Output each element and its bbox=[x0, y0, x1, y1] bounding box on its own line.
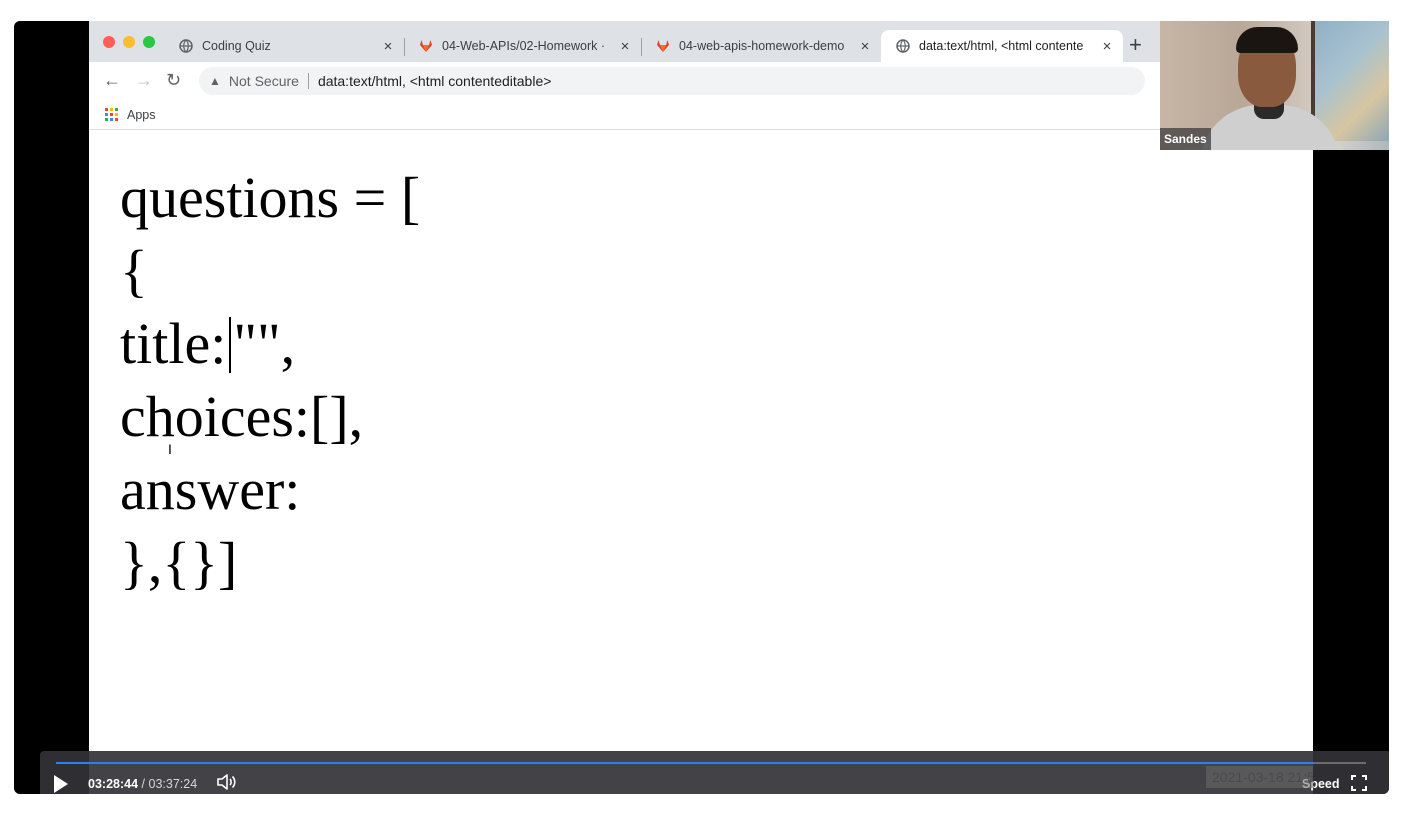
warning-icon: ▲ bbox=[209, 74, 221, 88]
address-bar[interactable]: ▲ Not Secure data:text/html, <html conte… bbox=[199, 67, 1145, 95]
maximize-window-button[interactable] bbox=[143, 36, 155, 48]
browser-toolbar: ← → ↻ ▲ Not Secure data:text/html, <html… bbox=[89, 62, 1313, 100]
text-caret bbox=[229, 317, 232, 373]
close-tab-icon[interactable]: × bbox=[380, 38, 396, 55]
url-text: data:text/html, <html contenteditable> bbox=[317, 73, 552, 89]
close-tab-icon[interactable]: × bbox=[857, 38, 873, 55]
apps-bookmark[interactable]: Apps bbox=[127, 108, 156, 122]
recording-timestamp: 2021-03-18 21:54:48 bbox=[1206, 766, 1313, 788]
time-separator: / bbox=[141, 777, 146, 791]
time-display: 03:28:44 / 03:37:24 bbox=[88, 777, 197, 791]
fullscreen-icon[interactable] bbox=[1351, 775, 1367, 791]
play-icon[interactable] bbox=[54, 775, 68, 793]
close-tab-icon[interactable]: × bbox=[617, 38, 633, 55]
tab-data-html[interactable]: data:text/html, <html contente × bbox=[881, 30, 1123, 62]
bookmarks-bar: Apps bbox=[89, 100, 1313, 130]
code-line: choices:[], bbox=[120, 384, 364, 449]
tab-strip: Coding Quiz × 04-Web-APIs/02-Homework · … bbox=[89, 21, 1313, 62]
security-label: Not Secure bbox=[228, 73, 299, 89]
gitlab-icon bbox=[655, 38, 671, 54]
close-window-button[interactable] bbox=[103, 36, 115, 48]
participant-name: Sandes bbox=[1160, 128, 1211, 150]
reload-icon[interactable]: ↻ bbox=[166, 70, 181, 91]
progress-fill bbox=[56, 762, 1314, 764]
code-line: answer: bbox=[120, 457, 301, 522]
tab-homework-demo[interactable]: 04-web-apis-homework-demo × bbox=[641, 30, 881, 62]
code-key: title: bbox=[120, 311, 227, 376]
volume-icon[interactable] bbox=[216, 773, 238, 794]
globe-icon bbox=[178, 38, 194, 54]
current-time: 03:28:44 bbox=[88, 777, 139, 791]
new-tab-icon[interactable]: + bbox=[1129, 34, 1142, 56]
code-line: },{}] bbox=[120, 530, 238, 595]
tab-title: 04-Web-APIs/02-Homework · bbox=[442, 39, 606, 53]
code-line: title: "", bbox=[120, 307, 420, 380]
close-tab-icon[interactable]: × bbox=[1099, 38, 1115, 55]
text-cursor-icon: I bbox=[168, 441, 172, 457]
tab-title: Coding Quiz bbox=[202, 39, 271, 53]
tab-homework[interactable]: 04-Web-APIs/02-Homework · × bbox=[404, 30, 641, 62]
video-controls: 03:28:44 / 03:37:24 Speed bbox=[40, 751, 1389, 794]
gitlab-icon bbox=[418, 38, 434, 54]
apps-grid-icon[interactable] bbox=[105, 108, 118, 121]
duration: 03:37:24 bbox=[148, 777, 198, 791]
minimize-window-button[interactable] bbox=[123, 36, 135, 48]
tab-coding-quiz[interactable]: Coding Quiz × bbox=[164, 30, 404, 62]
code-line: { bbox=[120, 238, 148, 303]
editable-page-content[interactable]: questions = [ { title: "", choices:[], an… bbox=[120, 161, 420, 599]
forward-arrow-icon[interactable]: → bbox=[135, 70, 153, 91]
back-arrow-icon[interactable]: ← bbox=[103, 70, 121, 91]
shared-screen: Coding Quiz × 04-Web-APIs/02-Homework · … bbox=[89, 21, 1313, 794]
globe-icon bbox=[895, 38, 911, 54]
code-line: questions = [ bbox=[120, 165, 421, 230]
code-value: "", bbox=[233, 311, 296, 376]
tab-title: 04-web-apis-homework-demo bbox=[679, 39, 845, 53]
progress-bar[interactable] bbox=[56, 762, 1366, 764]
participant-video: Sandes bbox=[1160, 21, 1389, 150]
tab-title: data:text/html, <html contente bbox=[919, 39, 1084, 53]
